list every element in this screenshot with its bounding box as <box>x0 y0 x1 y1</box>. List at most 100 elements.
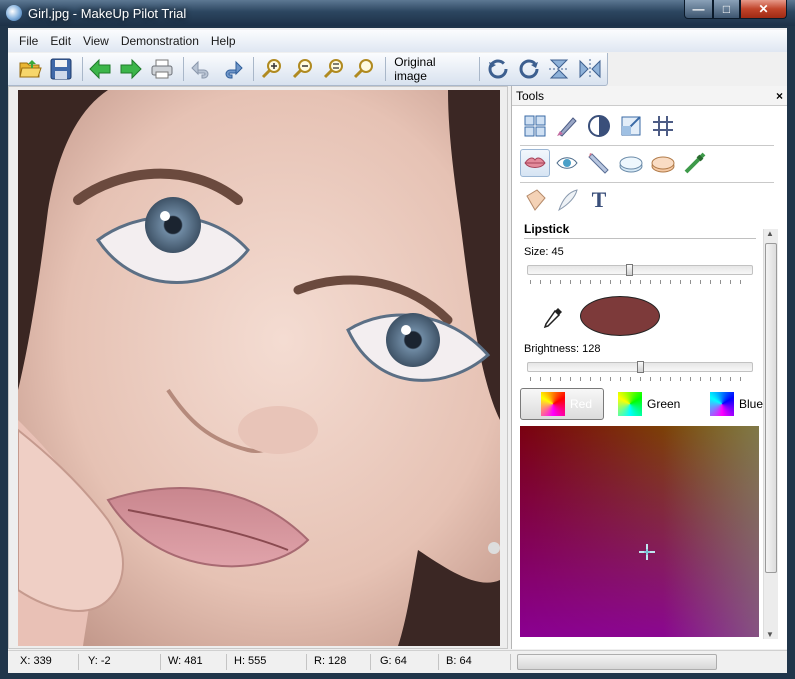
save-icon[interactable] <box>47 56 75 82</box>
toolbar: Original image <box>8 53 608 86</box>
tools-scrollbar[interactable]: ▲ ▼ <box>763 229 778 639</box>
menu-bar: File Edit View Demonstration Help <box>8 30 787 52</box>
feather-tool-icon[interactable] <box>552 186 582 214</box>
grid-tool-icon[interactable] <box>520 112 550 140</box>
tab-blue-label: Blue <box>739 397 764 411</box>
toolbar-separator <box>81 57 83 81</box>
tab-blue[interactable]: Blue <box>694 388 764 420</box>
size-slider-ticks <box>530 280 750 284</box>
scrollbar-thumb[interactable] <box>765 243 777 573</box>
tool-row-2 <box>520 149 712 177</box>
tools-close-button[interactable]: × <box>776 89 783 103</box>
color-channel-tabs: Red Green Blue <box>520 388 766 422</box>
brightness-label: Brightness: 128 <box>524 343 601 355</box>
status-separator <box>160 654 161 670</box>
status-separator <box>370 654 371 670</box>
tool-row-divider <box>520 145 774 146</box>
status-red: R: 128 <box>314 655 347 667</box>
app-icon <box>6 5 22 21</box>
size-label: Size: 45 <box>524 246 564 258</box>
status-height: H: 555 <box>234 655 267 667</box>
toolbar-separator <box>478 57 480 81</box>
undo-icon[interactable] <box>188 56 216 82</box>
size-slider-thumb[interactable] <box>626 264 633 276</box>
menu-help[interactable]: Help <box>205 34 242 48</box>
print-icon[interactable] <box>148 56 176 82</box>
powder-tool-icon[interactable] <box>616 149 646 177</box>
zoom-in-icon[interactable] <box>258 56 286 82</box>
blush-tool-icon[interactable] <box>648 149 678 177</box>
zoom-fit-icon[interactable] <box>320 56 348 82</box>
maximize-button[interactable]: □ <box>713 0 740 19</box>
back-arrow-icon[interactable] <box>86 56 114 82</box>
toolbar-separator <box>253 57 255 81</box>
brightness-slider-thumb[interactable] <box>637 361 644 373</box>
tool-row-3: T <box>520 186 616 214</box>
lips-tool-icon[interactable] <box>520 149 550 177</box>
tab-green[interactable]: Green <box>604 388 694 420</box>
red-channel-icon <box>541 392 565 416</box>
grid-lines-tool-icon[interactable] <box>648 112 678 140</box>
rotate-cw-icon[interactable] <box>515 56 543 82</box>
brightness-slider-ticks <box>530 377 750 381</box>
portrait-photo[interactable] <box>18 90 500 646</box>
eye-tool-icon[interactable] <box>552 149 582 177</box>
foundation-tool-icon[interactable] <box>520 186 550 214</box>
tab-green-label: Green <box>647 397 681 411</box>
close-button[interactable]: ✕ <box>740 0 787 19</box>
blue-channel-icon <box>710 392 734 416</box>
flip-horizontal-icon[interactable] <box>576 56 604 82</box>
open-icon[interactable] <box>16 56 44 82</box>
scroll-down-icon[interactable]: ▼ <box>766 630 774 639</box>
status-separator <box>438 654 439 670</box>
menu-demonstration[interactable]: Demonstration <box>115 34 205 48</box>
tab-red[interactable]: Red <box>520 388 604 420</box>
crosshair-icon[interactable] <box>638 543 656 561</box>
eyedropper-icon[interactable] <box>542 306 564 335</box>
toolbar-separator <box>182 57 184 81</box>
status-bar: X: 339 Y: -2 W: 481 H: 555 R: 128 G: 64 … <box>8 650 787 672</box>
redo-icon[interactable] <box>218 56 246 82</box>
status-separator <box>226 654 227 670</box>
crop-tool-icon[interactable] <box>616 112 646 140</box>
tool-row-1 <box>520 112 680 140</box>
rotate-ccw-icon[interactable] <box>484 56 512 82</box>
status-green: G: 64 <box>380 655 407 667</box>
color-palette[interactable] <box>520 426 759 637</box>
tools-title: Tools <box>516 88 545 103</box>
section-title: Lipstick <box>524 222 570 236</box>
zoom-actual-icon[interactable] <box>350 56 378 82</box>
color-swatch[interactable] <box>580 296 660 336</box>
client-area: File Edit View Demonstration Help Origin… <box>8 28 787 673</box>
menu-view[interactable]: View <box>77 34 115 48</box>
contrast-tool-icon[interactable] <box>584 112 614 140</box>
status-x: X: 339 <box>20 655 52 667</box>
title-bar[interactable]: Girl.jpg - MakeUp Pilot Trial — □ ✕ <box>0 0 795 26</box>
size-slider[interactable] <box>527 264 753 276</box>
status-blue: B: 64 <box>446 655 472 667</box>
mascara-tool-icon[interactable] <box>680 149 710 177</box>
zoom-out-icon[interactable] <box>289 56 317 82</box>
brightness-slider[interactable] <box>527 361 753 373</box>
toolbar-separator <box>385 57 387 81</box>
status-y: Y: -2 <box>88 655 111 667</box>
status-width: W: 481 <box>168 655 203 667</box>
menu-file[interactable]: File <box>13 34 44 48</box>
scroll-up-icon[interactable]: ▲ <box>766 229 774 238</box>
original-image-button[interactable]: Original image <box>390 55 475 83</box>
pencil-tool-icon[interactable] <box>584 149 614 177</box>
image-canvas[interactable] <box>8 86 508 649</box>
status-progress-bar <box>517 654 717 670</box>
section-divider <box>524 238 756 239</box>
flip-vertical-icon[interactable] <box>545 56 573 82</box>
forward-arrow-icon[interactable] <box>117 56 145 82</box>
tab-red-label: Red <box>570 397 593 411</box>
minimize-button[interactable]: — <box>684 0 713 19</box>
brush-tool-icon[interactable] <box>552 112 582 140</box>
green-channel-icon <box>618 392 642 416</box>
tools-header: Tools × <box>512 86 787 106</box>
palette-gradient <box>520 426 759 637</box>
menu-edit[interactable]: Edit <box>44 34 77 48</box>
text-tool-icon[interactable]: T <box>584 186 614 214</box>
window-title: Girl.jpg - MakeUp Pilot Trial <box>28 6 187 21</box>
